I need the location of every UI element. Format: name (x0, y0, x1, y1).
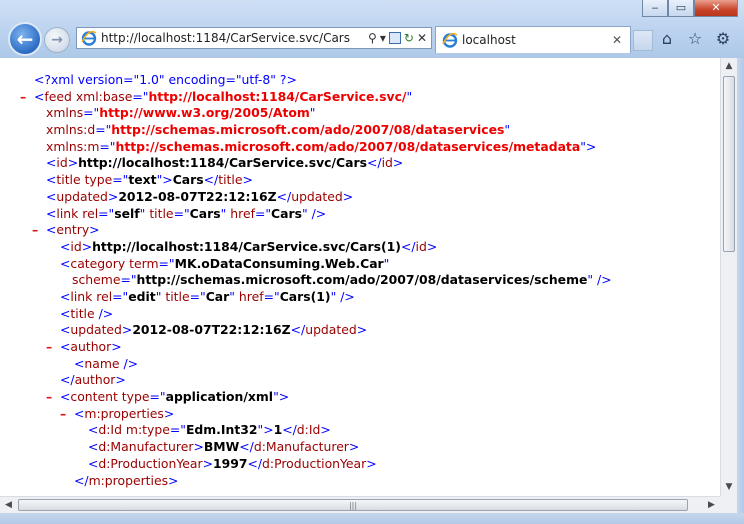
maximize-button[interactable]: ▭ (668, 0, 694, 17)
tab-close-icon[interactable]: ✕ (612, 33, 630, 47)
xml-line: <link rel="edit" title="Car" href="Cars(… (60, 288, 355, 304)
xml-line: </m:properties> (74, 472, 179, 488)
address-tools: ⚲ ▾ ↻ ✕ (368, 31, 431, 45)
horizontal-scroll-thumb[interactable]: ||| (18, 499, 688, 511)
search-icon[interactable]: ⚲ (368, 31, 377, 45)
xml-line: – <content type="application/xml"> (46, 389, 290, 406)
tab-localhost[interactable]: localhost ✕ (435, 26, 631, 53)
xml-line: <updated>2012-08-07T22:12:16Z</updated> (60, 322, 368, 338)
tools-icon[interactable]: ⚙ (714, 30, 732, 48)
scrollbar-corner (720, 496, 737, 513)
favorites-icon[interactable]: ☆ (686, 30, 704, 48)
new-tab-button[interactable] (633, 30, 653, 51)
scroll-left-icon[interactable]: ◀ (0, 500, 17, 510)
xml-line: <id>http://localhost:1184/CarService.svc… (46, 155, 404, 171)
vertical-scrollbar[interactable]: ▲ ▼ (720, 58, 737, 496)
xml-line: <name /> (74, 355, 139, 371)
xml-line: scheme="http://schemas.microsoft.com/ado… (72, 272, 612, 288)
xml-line: <d:Id m:type="Edm.Int32">1</d:Id> (88, 422, 331, 438)
xml-line: – <m:properties> (60, 405, 175, 423)
home-icon[interactable]: ⌂ (658, 30, 676, 48)
xml-line: xmlns:m="http://schemas.microsoft.com/ad… (46, 138, 597, 154)
address-url[interactable]: http://localhost:1184/CarService.svc/Car… (101, 31, 368, 45)
tab-label: localhost (462, 33, 516, 47)
xml-line: xmlns:d="http://schemas.microsoft.com/ad… (46, 122, 511, 138)
xml-line: <title /> (60, 305, 114, 321)
xml-line: <?xml version="1.0" encoding="utf-8" ?> (34, 72, 297, 87)
xml-line: – <feed xml:base="http://localhost:1184/… (20, 88, 413, 106)
vertical-scroll-thumb[interactable] (723, 76, 735, 252)
arrow-right-icon: → (51, 32, 63, 48)
stop-icon[interactable]: ✕ (417, 31, 427, 45)
address-bar[interactable]: http://localhost:1184/CarService.svc/Car… (76, 27, 432, 49)
xml-line: </author> (60, 372, 126, 388)
collapse-toggle[interactable]: – (20, 89, 26, 106)
forward-button[interactable]: → (44, 27, 70, 53)
xml-viewer: <?xml version="1.0" encoding="utf-8" ?> … (0, 58, 720, 496)
arrow-left-icon: ← (16, 27, 34, 51)
xml-line: – <author> (46, 339, 122, 356)
xml-line: <title type="text">Cars</title> (46, 172, 253, 188)
refresh-icon[interactable]: ↻ (404, 31, 414, 45)
window-frame-bottom (0, 513, 744, 524)
xml-line: <d:Manufacturer>BMW</d:Manufacturer> (88, 439, 360, 455)
minimize-button[interactable]: ‒ (642, 0, 668, 17)
scroll-right-icon[interactable]: ▶ (703, 500, 720, 510)
scroll-up-icon[interactable]: ▲ (721, 58, 737, 75)
window-frame-right (737, 58, 744, 524)
xml-line: <d:ProductionYear>1997</d:ProductionYear… (88, 455, 377, 471)
collapse-toggle[interactable]: – (32, 222, 38, 239)
compatibility-icon[interactable] (388, 32, 401, 44)
xml-line: xmlns="http://www.w3.org/2005/Atom" (46, 105, 316, 121)
ie-logo-icon (442, 32, 458, 48)
window-controls: ‒ ▭ ✕ (642, 0, 738, 17)
collapse-toggle[interactable]: – (46, 389, 52, 406)
horizontal-scrollbar[interactable]: ◀ ||| ▶ (0, 496, 720, 513)
xml-line: <updated>2012-08-07T22:12:16Z</updated> (46, 188, 354, 204)
ie-logo-icon (81, 30, 97, 46)
xml-line: <link rel="self" title="Cars" href="Cars… (46, 205, 327, 221)
collapse-toggle[interactable]: – (60, 406, 66, 423)
xml-line: – <entry> (32, 222, 100, 239)
dropdown-icon[interactable]: ▾ (380, 31, 386, 45)
back-button[interactable]: ← (8, 22, 42, 56)
scroll-down-icon[interactable]: ▼ (721, 479, 737, 496)
close-button[interactable]: ✕ (694, 0, 738, 17)
xml-line: <category term="MK.oDataConsuming.Web.Ca… (60, 255, 390, 271)
collapse-toggle[interactable]: – (46, 339, 52, 356)
xml-line: <id>http://localhost:1184/CarService.svc… (60, 238, 438, 254)
command-icons: ⌂ ☆ ⚙ (658, 30, 732, 48)
